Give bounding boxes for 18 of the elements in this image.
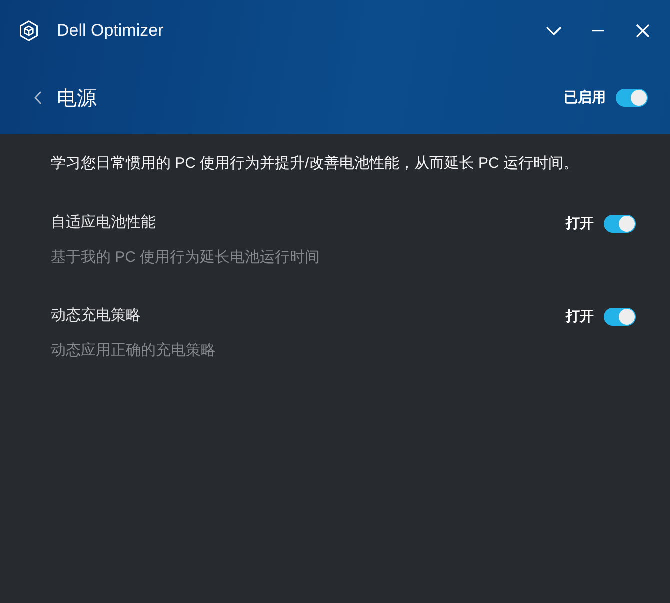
window-title: Dell Optimizer — [57, 21, 164, 41]
close-icon[interactable] — [636, 24, 650, 38]
page-description: 学习您日常惯用的 PC 使用行为并提升/改善电池性能，从而延长 PC 运行时间。 — [51, 154, 580, 174]
hexagon-cube-icon — [18, 19, 40, 43]
toggle-state-label: 打开 — [566, 308, 594, 326]
back-icon[interactable] — [34, 91, 42, 105]
minimize-icon[interactable] — [592, 30, 604, 32]
setting-title: 动态充电策略 — [51, 306, 142, 326]
setting-toggle[interactable] — [604, 308, 636, 326]
status-label: 已启用 — [564, 89, 606, 107]
toggle-state-label: 打开 — [566, 215, 594, 233]
setting-title: 自适应电池性能 — [51, 213, 157, 233]
chevron-down-icon[interactable] — [546, 26, 562, 36]
enabled-toggle[interactable] — [616, 89, 648, 107]
setting-description: 动态应用正确的充电策略 — [51, 341, 217, 361]
page-title: 电源 — [57, 86, 97, 112]
setting-description: 基于我的 PC 使用行为延长电池运行时间 — [51, 248, 322, 268]
setting-toggle[interactable] — [604, 215, 636, 233]
